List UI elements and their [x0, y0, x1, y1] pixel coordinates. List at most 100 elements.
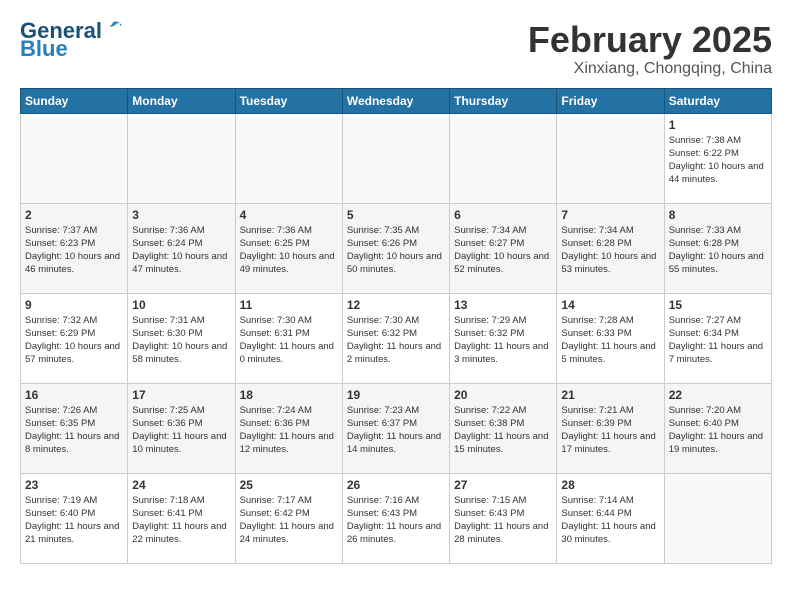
day-number: 20 [454, 388, 552, 402]
weekday-header-tuesday: Tuesday [235, 88, 342, 113]
day-info: Sunrise: 7:15 AM Sunset: 6:43 PM Dayligh… [454, 494, 552, 547]
day-info: Sunrise: 7:22 AM Sunset: 6:38 PM Dayligh… [454, 404, 552, 457]
day-number: 23 [25, 478, 123, 492]
calendar-cell [235, 113, 342, 203]
day-info: Sunrise: 7:20 AM Sunset: 6:40 PM Dayligh… [669, 404, 767, 457]
calendar-table: SundayMondayTuesdayWednesdayThursdayFrid… [20, 88, 772, 564]
day-number: 27 [454, 478, 552, 492]
day-number: 14 [561, 298, 659, 312]
calendar-cell [557, 113, 664, 203]
calendar-cell: 20 Sunrise: 7:22 AM Sunset: 6:38 PM Dayli… [450, 383, 557, 473]
page-header: General Blue February 2025 Xinxiang, Cho… [20, 20, 772, 78]
calendar-cell [21, 113, 128, 203]
calendar-cell: 5 Sunrise: 7:35 AM Sunset: 6:26 PM Daylig… [342, 203, 449, 293]
day-number: 16 [25, 388, 123, 402]
day-number: 15 [669, 298, 767, 312]
day-number: 5 [347, 208, 445, 222]
day-info: Sunrise: 7:27 AM Sunset: 6:34 PM Dayligh… [669, 314, 767, 367]
calendar-cell: 19 Sunrise: 7:23 AM Sunset: 6:37 PM Dayli… [342, 383, 449, 473]
calendar-cell: 26 Sunrise: 7:16 AM Sunset: 6:43 PM Dayli… [342, 473, 449, 563]
day-info: Sunrise: 7:36 AM Sunset: 6:24 PM Dayligh… [132, 224, 230, 277]
calendar-cell: 18 Sunrise: 7:24 AM Sunset: 6:36 PM Dayli… [235, 383, 342, 473]
calendar-subtitle: Xinxiang, Chongqing, China [528, 60, 772, 78]
calendar-cell [450, 113, 557, 203]
day-info: Sunrise: 7:33 AM Sunset: 6:28 PM Dayligh… [669, 224, 767, 277]
day-number: 25 [240, 478, 338, 492]
day-info: Sunrise: 7:32 AM Sunset: 6:29 PM Dayligh… [25, 314, 123, 367]
logo-bird-icon [104, 20, 122, 34]
day-info: Sunrise: 7:35 AM Sunset: 6:26 PM Dayligh… [347, 224, 445, 277]
day-info: Sunrise: 7:16 AM Sunset: 6:43 PM Dayligh… [347, 494, 445, 547]
day-number: 2 [25, 208, 123, 222]
day-number: 26 [347, 478, 445, 492]
calendar-cell: 15 Sunrise: 7:27 AM Sunset: 6:34 PM Dayli… [664, 293, 771, 383]
logo: General Blue [20, 20, 122, 60]
day-number: 22 [669, 388, 767, 402]
day-number: 12 [347, 298, 445, 312]
day-number: 17 [132, 388, 230, 402]
day-info: Sunrise: 7:18 AM Sunset: 6:41 PM Dayligh… [132, 494, 230, 547]
day-number: 11 [240, 298, 338, 312]
calendar-week-5: 23 Sunrise: 7:19 AM Sunset: 6:40 PM Dayli… [21, 473, 772, 563]
calendar-cell: 17 Sunrise: 7:25 AM Sunset: 6:36 PM Dayli… [128, 383, 235, 473]
day-number: 6 [454, 208, 552, 222]
calendar-cell: 28 Sunrise: 7:14 AM Sunset: 6:44 PM Dayli… [557, 473, 664, 563]
day-info: Sunrise: 7:34 AM Sunset: 6:27 PM Dayligh… [454, 224, 552, 277]
calendar-cell: 22 Sunrise: 7:20 AM Sunset: 6:40 PM Dayli… [664, 383, 771, 473]
weekday-header-thursday: Thursday [450, 88, 557, 113]
day-info: Sunrise: 7:19 AM Sunset: 6:40 PM Dayligh… [25, 494, 123, 547]
day-info: Sunrise: 7:24 AM Sunset: 6:36 PM Dayligh… [240, 404, 338, 457]
day-info: Sunrise: 7:30 AM Sunset: 6:31 PM Dayligh… [240, 314, 338, 367]
calendar-cell: 24 Sunrise: 7:18 AM Sunset: 6:41 PM Dayli… [128, 473, 235, 563]
calendar-body: 1Sunrise: 7:38 AM Sunset: 6:22 PM Daylig… [21, 113, 772, 563]
calendar-cell: 25 Sunrise: 7:17 AM Sunset: 6:42 PM Dayli… [235, 473, 342, 563]
weekday-header-monday: Monday [128, 88, 235, 113]
day-info: Sunrise: 7:36 AM Sunset: 6:25 PM Dayligh… [240, 224, 338, 277]
day-info: Sunrise: 7:31 AM Sunset: 6:30 PM Dayligh… [132, 314, 230, 367]
calendar-cell: 10Sunrise: 7:31 AM Sunset: 6:30 PM Dayli… [128, 293, 235, 383]
day-number: 28 [561, 478, 659, 492]
weekday-header-friday: Friday [557, 88, 664, 113]
day-info: Sunrise: 7:25 AM Sunset: 6:36 PM Dayligh… [132, 404, 230, 457]
calendar-cell: 16Sunrise: 7:26 AM Sunset: 6:35 PM Dayli… [21, 383, 128, 473]
calendar-cell: 13 Sunrise: 7:29 AM Sunset: 6:32 PM Dayli… [450, 293, 557, 383]
day-info: Sunrise: 7:14 AM Sunset: 6:44 PM Dayligh… [561, 494, 659, 547]
calendar-cell: 14 Sunrise: 7:28 AM Sunset: 6:33 PM Dayli… [557, 293, 664, 383]
calendar-header: SundayMondayTuesdayWednesdayThursdayFrid… [21, 88, 772, 113]
weekday-header-wednesday: Wednesday [342, 88, 449, 113]
day-info: Sunrise: 7:28 AM Sunset: 6:33 PM Dayligh… [561, 314, 659, 367]
day-number: 3 [132, 208, 230, 222]
calendar-cell: 11 Sunrise: 7:30 AM Sunset: 6:31 PM Dayli… [235, 293, 342, 383]
logo-blue-text: Blue [20, 38, 68, 60]
day-info: Sunrise: 7:37 AM Sunset: 6:23 PM Dayligh… [25, 224, 123, 277]
calendar-week-4: 16Sunrise: 7:26 AM Sunset: 6:35 PM Dayli… [21, 383, 772, 473]
day-info: Sunrise: 7:34 AM Sunset: 6:28 PM Dayligh… [561, 224, 659, 277]
day-number: 4 [240, 208, 338, 222]
day-info: Sunrise: 7:23 AM Sunset: 6:37 PM Dayligh… [347, 404, 445, 457]
weekday-header-sunday: Sunday [21, 88, 128, 113]
title-section: February 2025 Xinxiang, Chongqing, China [528, 20, 772, 78]
calendar-cell: 3 Sunrise: 7:36 AM Sunset: 6:24 PM Daylig… [128, 203, 235, 293]
calendar-cell: 6 Sunrise: 7:34 AM Sunset: 6:27 PM Daylig… [450, 203, 557, 293]
day-info: Sunrise: 7:17 AM Sunset: 6:42 PM Dayligh… [240, 494, 338, 547]
day-number: 8 [669, 208, 767, 222]
day-number: 24 [132, 478, 230, 492]
day-number: 21 [561, 388, 659, 402]
day-number: 9 [25, 298, 123, 312]
day-number: 13 [454, 298, 552, 312]
calendar-cell: 2 Sunrise: 7:37 AM Sunset: 6:23 PM Daylig… [21, 203, 128, 293]
calendar-week-3: 9 Sunrise: 7:32 AM Sunset: 6:29 PM Daylig… [21, 293, 772, 383]
calendar-cell: 27 Sunrise: 7:15 AM Sunset: 6:43 PM Dayli… [450, 473, 557, 563]
day-info: Sunrise: 7:29 AM Sunset: 6:32 PM Dayligh… [454, 314, 552, 367]
calendar-cell [664, 473, 771, 563]
day-number: 19 [347, 388, 445, 402]
calendar-cell [342, 113, 449, 203]
calendar-cell: 7Sunrise: 7:34 AM Sunset: 6:28 PM Daylig… [557, 203, 664, 293]
calendar-cell: 9 Sunrise: 7:32 AM Sunset: 6:29 PM Daylig… [21, 293, 128, 383]
calendar-week-1: 1Sunrise: 7:38 AM Sunset: 6:22 PM Daylig… [21, 113, 772, 203]
calendar-cell: 4 Sunrise: 7:36 AM Sunset: 6:25 PM Daylig… [235, 203, 342, 293]
calendar-cell: 21Sunrise: 7:21 AM Sunset: 6:39 PM Dayli… [557, 383, 664, 473]
day-number: 18 [240, 388, 338, 402]
weekday-header-saturday: Saturday [664, 88, 771, 113]
day-info: Sunrise: 7:38 AM Sunset: 6:22 PM Dayligh… [669, 134, 767, 187]
